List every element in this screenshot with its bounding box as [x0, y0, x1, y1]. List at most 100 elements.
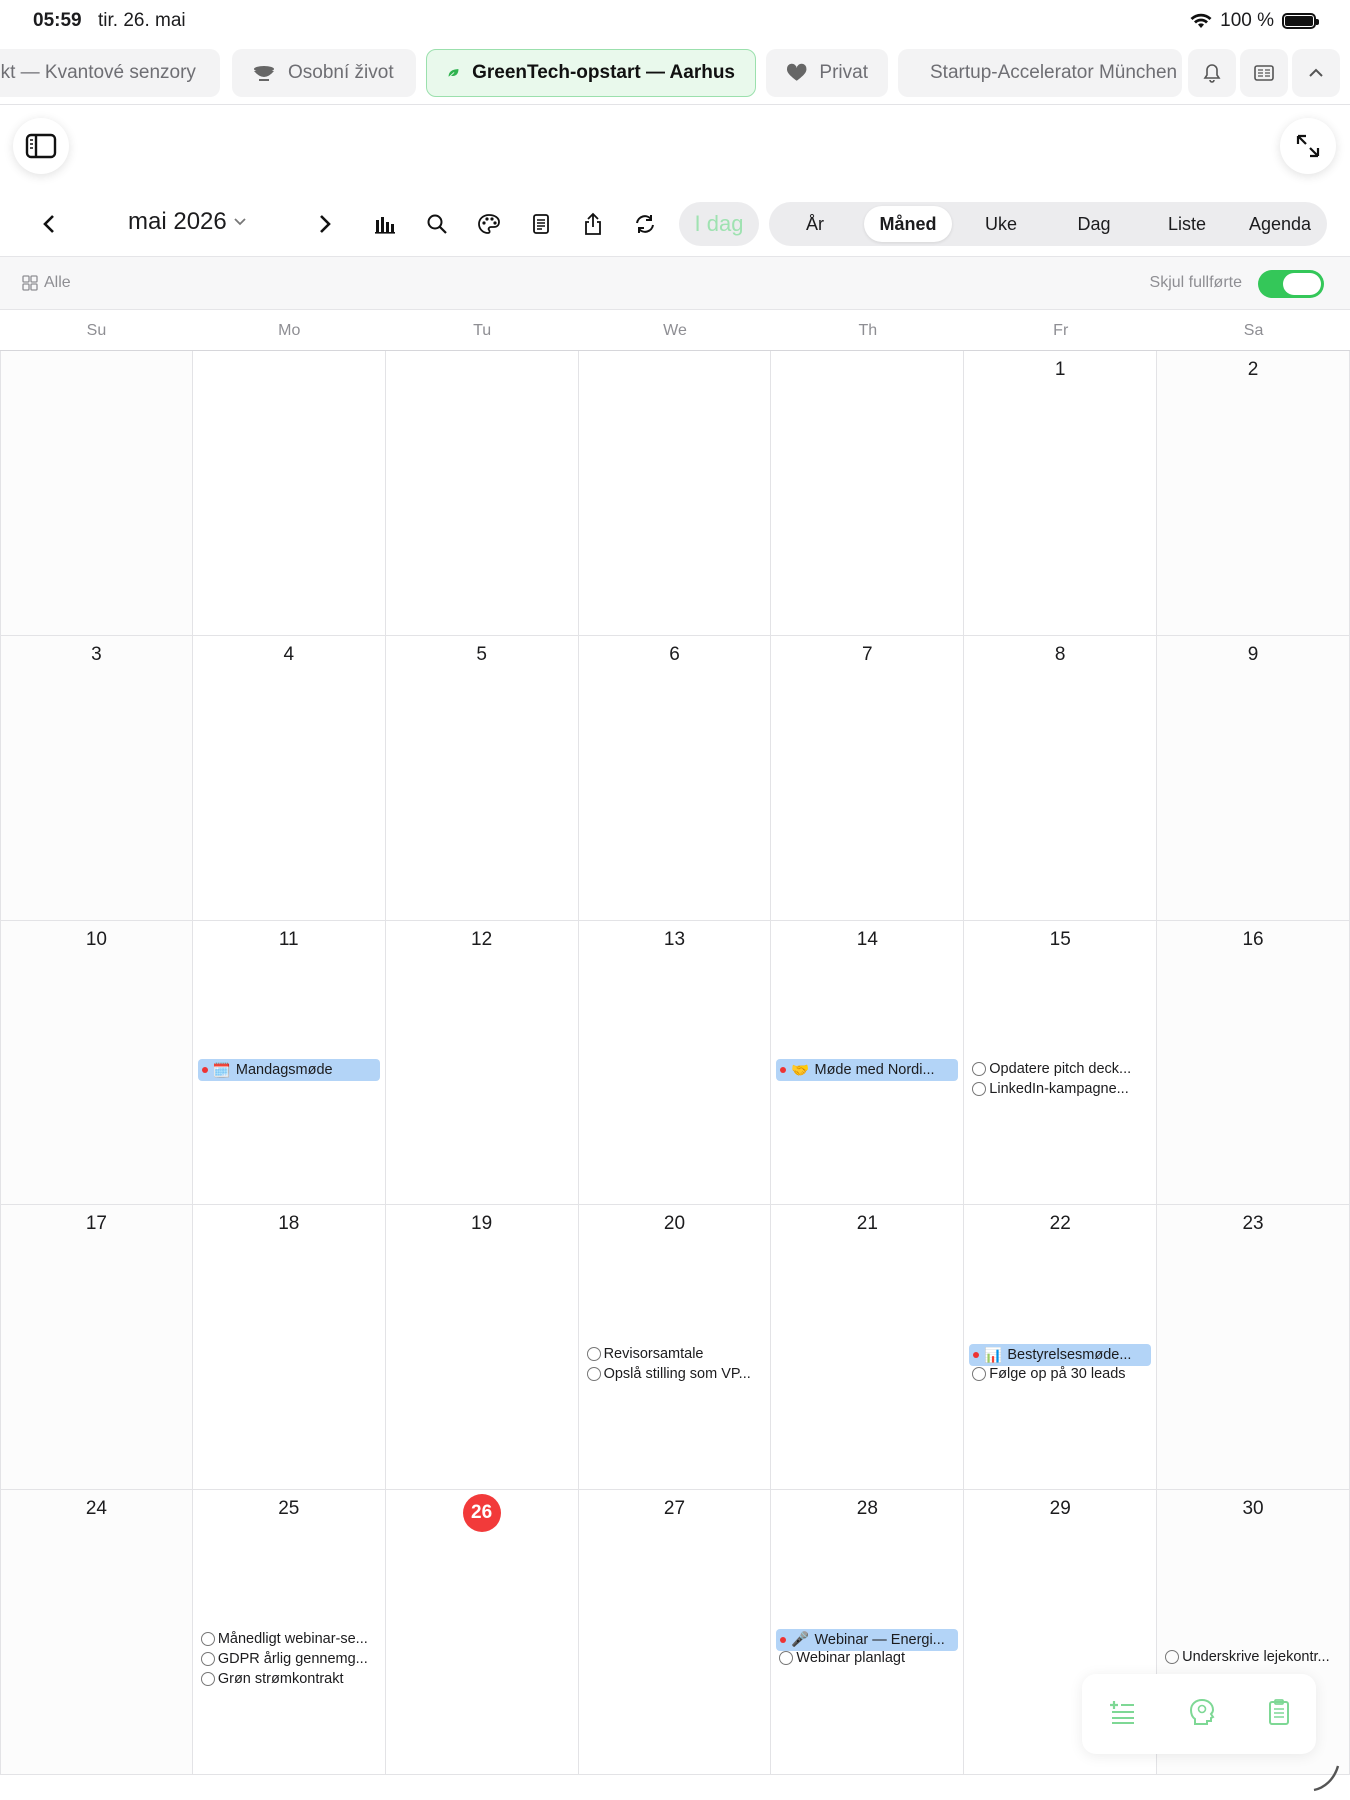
tab-kvantove-senzory[interactable]: ekt — Kvantové senzory — [0, 49, 220, 97]
day-number: 27 — [663, 1498, 686, 1520]
day-cell[interactable] — [578, 351, 772, 636]
calendar-event[interactable]: 🎤 Webinar — Energi... — [776, 1628, 959, 1651]
day-cell[interactable] — [771, 351, 965, 636]
task-checkbox-icon[interactable] — [972, 1366, 987, 1381]
task-checkbox-icon[interactable] — [200, 1672, 215, 1687]
clipboard-button[interactable] — [1268, 1698, 1290, 1731]
sidebar-toggle-button[interactable] — [13, 118, 69, 174]
sync-button[interactable] — [631, 210, 659, 238]
calendar-task[interactable]: Månedligt webinar-se... — [200, 1630, 381, 1649]
task-checkbox-icon[interactable] — [200, 1632, 215, 1647]
day-cell[interactable]: 9 — [1157, 635, 1350, 921]
day-cell[interactable]: 11 🗓️ Mandagsmøde — [192, 920, 386, 1206]
day-cell[interactable]: 23 — [1157, 1205, 1350, 1491]
task-checkbox-icon[interactable] — [200, 1652, 215, 1667]
day-cell[interactable]: 16 — [1157, 920, 1350, 1206]
day-cell[interactable]: 1 — [964, 351, 1158, 636]
chevron-down-icon — [234, 218, 246, 226]
tab-osobni-zivot[interactable]: Osobní život — [232, 49, 416, 97]
event-emoji-icon: 🎤 — [791, 1632, 810, 1649]
day-cell[interactable]: 21 — [771, 1205, 965, 1491]
calendar-task[interactable]: LinkedIn-kampagne... — [972, 1079, 1152, 1098]
calendar-event[interactable]: 📊 Bestyrelsesmøde... — [969, 1344, 1152, 1367]
tab-startup-accelerator[interactable]: Startup-Accelerator München — [898, 49, 1182, 97]
resize-corner-icon[interactable] — [1310, 1762, 1340, 1792]
task-checkbox-icon[interactable] — [972, 1061, 987, 1076]
task-checkbox-icon[interactable] — [779, 1651, 794, 1666]
stats-button[interactable] — [371, 210, 399, 238]
day-cell[interactable]: 7 — [771, 635, 965, 921]
day-cell[interactable] — [0, 351, 193, 636]
day-cell[interactable]: 19 — [385, 1205, 579, 1491]
calendar-task[interactable]: Følge op på 30 leads — [972, 1364, 1152, 1383]
calendar-task[interactable]: Webinar planlagt — [779, 1649, 959, 1668]
day-cell[interactable]: 20 Revisorsamtale Opslå stilling som VP... — [578, 1205, 772, 1491]
day-cell[interactable]: 26 — [385, 1490, 579, 1775]
notes-button[interactable] — [527, 210, 555, 238]
task-checkbox-icon[interactable] — [586, 1366, 601, 1381]
share-button[interactable] — [579, 210, 607, 238]
next-month-button[interactable] — [311, 210, 339, 238]
day-number: 17 — [85, 1213, 107, 1235]
view-day[interactable]: Dag — [1050, 206, 1138, 242]
day-cell[interactable]: 4 — [192, 635, 386, 921]
view-agenda[interactable]: Agenda — [1236, 206, 1324, 242]
view-list[interactable]: Liste — [1143, 206, 1231, 242]
status-bar: 05:59 tir. 26. mai 100 % — [0, 0, 1350, 42]
day-number: 11 — [278, 928, 299, 950]
search-button[interactable] — [423, 210, 451, 238]
day-cell[interactable]: 15 Opdatere pitch deck... LinkedIn-kampagn… — [964, 920, 1158, 1206]
notifications-button[interactable] — [1188, 49, 1236, 97]
calendar-task[interactable]: GDPR årlig gennemg... — [200, 1650, 381, 1669]
day-number: 1 — [1054, 359, 1066, 380]
reader-button[interactable] — [1240, 49, 1288, 97]
calendar-task[interactable]: Opdatere pitch deck... — [972, 1059, 1152, 1078]
view-week[interactable]: Uke — [957, 206, 1045, 242]
filter-all-button[interactable]: Alle — [22, 274, 71, 292]
month-picker[interactable]: mai 2026 — [128, 208, 247, 236]
prev-month-button[interactable] — [35, 210, 63, 238]
task-checkbox-icon[interactable] — [1165, 1650, 1180, 1665]
ai-brain-button[interactable] — [1189, 1698, 1215, 1731]
day-cell[interactable]: 14 🤝 Møde med Nordi... — [771, 920, 965, 1206]
calendar-task[interactable]: Grøn strømkontrakt — [200, 1670, 381, 1689]
tab-label: Startup-Accelerator München — [930, 62, 1178, 83]
collapse-tabs-button[interactable] — [1292, 49, 1340, 97]
day-cell[interactable]: 5 — [385, 635, 579, 921]
day-cell[interactable]: 18 — [192, 1205, 386, 1491]
task-checkbox-icon[interactable] — [586, 1346, 601, 1361]
day-cell[interactable]: 27 — [578, 1490, 772, 1775]
view-year[interactable]: År — [771, 206, 859, 242]
view-month[interactable]: Måned — [864, 206, 952, 242]
day-cell[interactable]: 3 — [0, 635, 193, 921]
day-cell[interactable]: 25 Månedligt webinar-se... GDPR årlig genn… — [192, 1490, 386, 1775]
task-checkbox-icon[interactable] — [972, 1081, 987, 1096]
day-cell[interactable]: 17 — [0, 1205, 193, 1491]
day-cell[interactable]: 8 — [964, 635, 1158, 921]
calendar-event[interactable]: 🤝 Møde med Nordi... — [776, 1059, 959, 1082]
today-button[interactable]: I dag — [679, 202, 759, 246]
day-cell[interactable] — [192, 351, 386, 636]
day-cell[interactable]: 13 — [578, 920, 772, 1206]
calendar-task[interactable]: Underskrive lejekontr... — [1165, 1648, 1345, 1667]
day-cell[interactable]: 10 — [0, 920, 193, 1206]
theme-button[interactable] — [475, 210, 503, 238]
day-cell[interactable]: 22 📊 Bestyrelsesmøde... Følge op på 30 lead… — [964, 1205, 1158, 1491]
day-cell[interactable]: 2 — [1157, 351, 1350, 636]
day-cell[interactable]: 24 — [0, 1490, 193, 1775]
day-cell[interactable]: 6 — [578, 635, 772, 921]
task-title: Underskrive lejekontr... — [1182, 1649, 1330, 1666]
hide-completed-toggle[interactable] — [1258, 270, 1324, 298]
tab-privat[interactable]: Privat — [766, 49, 888, 97]
day-cell[interactable]: 28 🎤 Webinar — Energi... Webinar planlagt — [771, 1490, 965, 1775]
tab-greentech-aarhus[interactable]: GreenTech-opstart — Aarhus — [426, 49, 756, 97]
calendar-task[interactable]: Opslå stilling som VP... — [586, 1364, 767, 1383]
day-cell[interactable] — [385, 351, 579, 636]
add-task-button[interactable] — [1108, 1699, 1136, 1730]
day-cell[interactable]: 12 — [385, 920, 579, 1206]
calendar-task[interactable]: Revisorsamtale — [586, 1344, 767, 1363]
fullscreen-button[interactable] — [1280, 118, 1336, 174]
day-number: 4 — [283, 643, 295, 665]
calendar-event[interactable]: 🗓️ Mandagsmøde — [197, 1059, 380, 1082]
wifi-icon — [1190, 13, 1212, 28]
